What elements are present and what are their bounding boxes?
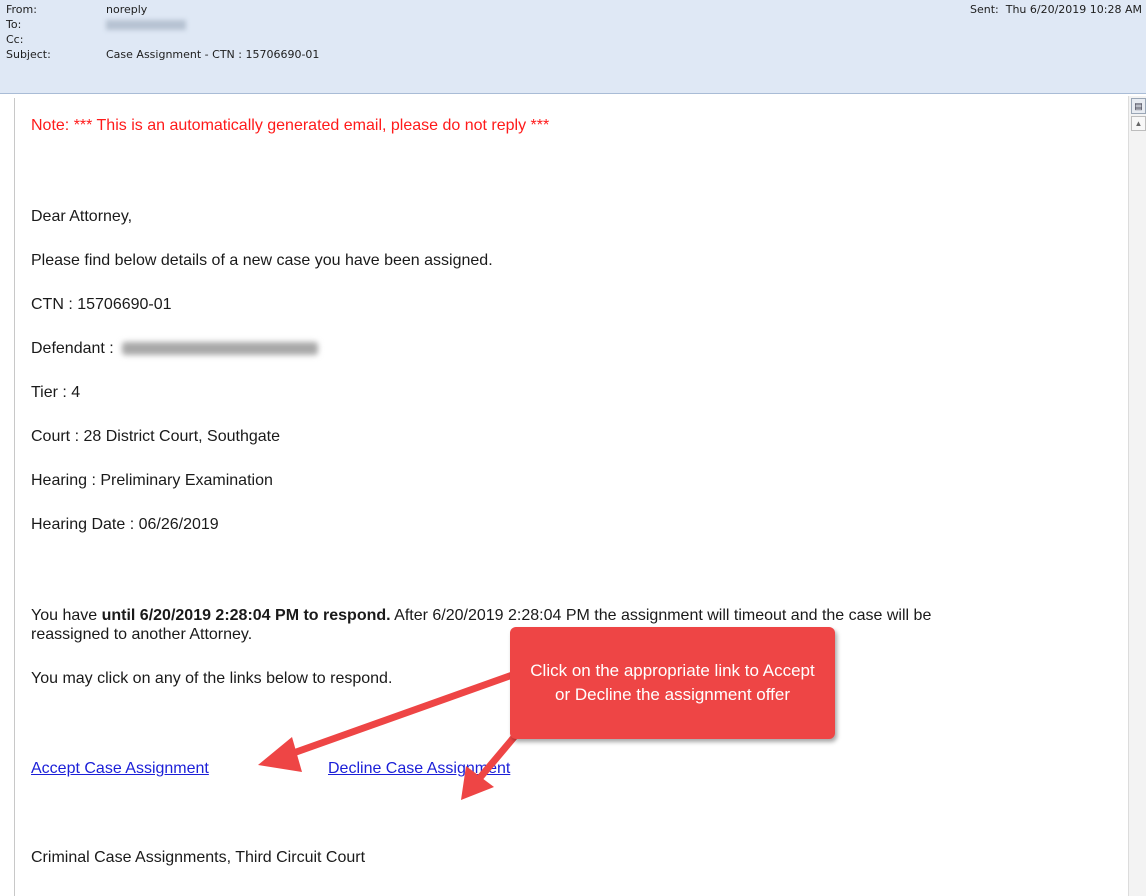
links-intro: You may click on any of the links below …: [31, 670, 393, 687]
sent-label: Sent:: [969, 3, 999, 16]
scroll-up-arrow-icon[interactable]: ▲: [1131, 116, 1146, 131]
accept-case-assignment-link[interactable]: Accept Case Assignment: [31, 760, 209, 778]
hearing-date-line: Hearing Date : 06/26/2019: [31, 516, 219, 533]
signature: Criminal Case Assignments, Third Circuit…: [31, 849, 366, 866]
message-icon[interactable]: ▤: [1131, 98, 1146, 114]
subject-label: Subject:: [6, 48, 51, 61]
deadline-bold: until 6/20/2019 2:28:04 PM to respond.: [101, 607, 391, 624]
sent-row: Sent: Thu 6/20/2019 10:28 AM: [970, 3, 1142, 16]
hearing-line: Hearing : Preliminary Examination: [31, 472, 273, 489]
ctn-line: CTN : 15706690-01: [31, 296, 172, 313]
subject-value: Case Assignment - CTN : 15706690-01: [106, 48, 320, 61]
deadline-line: You have until 6/20/2019 2:28:04 PM to r…: [31, 607, 931, 625]
intro-text: Please find below details of a new case …: [31, 252, 493, 269]
decline-case-assignment-link[interactable]: Decline Case Assignment: [328, 760, 510, 778]
to-value-redacted[interactable]: [106, 18, 186, 32]
defendant-label: Defendant :: [31, 340, 114, 357]
redacted-recipient: [106, 20, 186, 30]
from-label: From:: [6, 3, 37, 16]
auto-email-note: Note: *** This is an automatically gener…: [31, 117, 550, 134]
cc-label: Cc:: [6, 33, 24, 46]
deadline-prefix: You have: [31, 607, 102, 624]
redacted-defendant-name: [121, 342, 318, 356]
defendant-line: Defendant :: [31, 340, 318, 358]
email-header: From: noreply Sent: Thu 6/20/2019 10:28 …: [0, 0, 1146, 94]
instruction-callout: Click on the appropriate link to Accept …: [510, 627, 835, 739]
from-value[interactable]: noreply: [106, 3, 147, 17]
to-label: To:: [6, 18, 22, 31]
vertical-scrollbar[interactable]: ▤ ▲: [1128, 96, 1146, 896]
sent-value: Thu 6/20/2019 10:28 AM: [1005, 3, 1142, 16]
tier-line: Tier : 4: [31, 384, 81, 401]
deadline-suffix: After 6/20/2019 2:28:04 PM the assignmen…: [390, 607, 932, 624]
court-line: Court : 28 District Court, Southgate: [31, 428, 280, 445]
greeting: Dear Attorney,: [31, 208, 133, 225]
deadline-line-2: reassigned to another Attorney.: [31, 626, 253, 643]
